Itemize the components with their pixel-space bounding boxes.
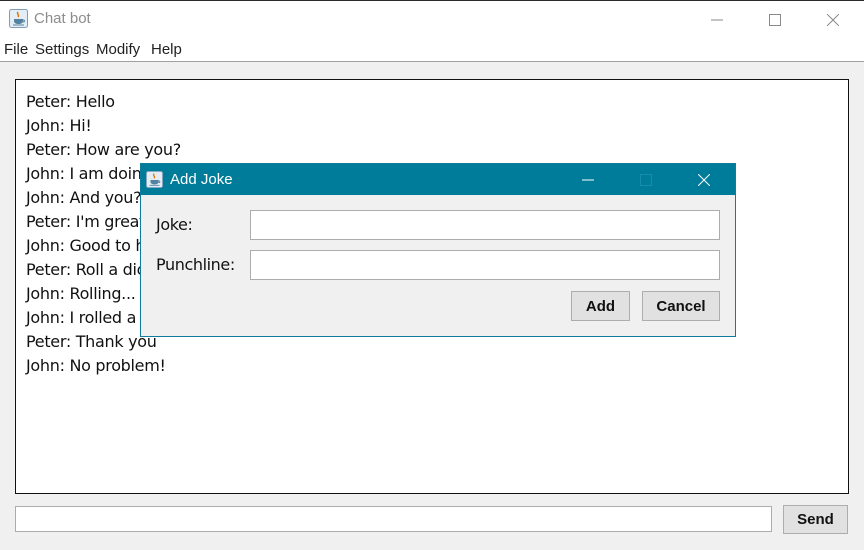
minimize-icon [582,179,594,180]
chat-line: Peter: How are you? [26,140,181,159]
close-icon [698,173,710,186]
menu-modify[interactable]: Modify [96,41,140,58]
maximize-icon [640,173,652,186]
menu-bar: File Settings Modify Help [0,38,864,62]
window-titlebar[interactable]: Chat bot [0,1,864,38]
send-button[interactable]: Send [783,505,848,534]
message-input[interactable] [15,506,772,532]
window-title: Chat bot [34,10,91,27]
punchline-label: Punchline: [156,255,235,274]
dialog-title: Add Joke [170,171,233,188]
chat-line: John: Hi! [26,116,92,135]
minimize-button[interactable] [694,1,740,38]
java-cup-icon [9,9,28,28]
menu-settings[interactable]: Settings [35,41,89,58]
menu-help[interactable]: Help [151,41,182,58]
dialog-close-button[interactable] [681,164,727,195]
dialog-titlebar[interactable]: Add Joke [141,164,735,195]
punchline-input[interactable] [250,250,720,280]
add-joke-dialog: Add Joke Joke: Punchline: Add Cancel [140,163,736,337]
java-cup-icon [146,171,163,188]
maximize-icon [769,13,781,26]
cancel-button[interactable]: Cancel [642,291,720,321]
dialog-maximize-button [623,164,669,195]
menu-file[interactable]: File [4,41,28,58]
close-button[interactable] [810,1,856,38]
chat-line: Peter: Hello [26,92,115,111]
dialog-minimize-button[interactable] [565,164,611,195]
close-icon [827,13,839,26]
minimize-icon [711,19,723,20]
maximize-button[interactable] [752,1,798,38]
add-button[interactable]: Add [571,291,630,321]
joke-input[interactable] [250,210,720,240]
chat-line: John: No problem! [26,356,166,375]
joke-label: Joke: [156,215,193,234]
